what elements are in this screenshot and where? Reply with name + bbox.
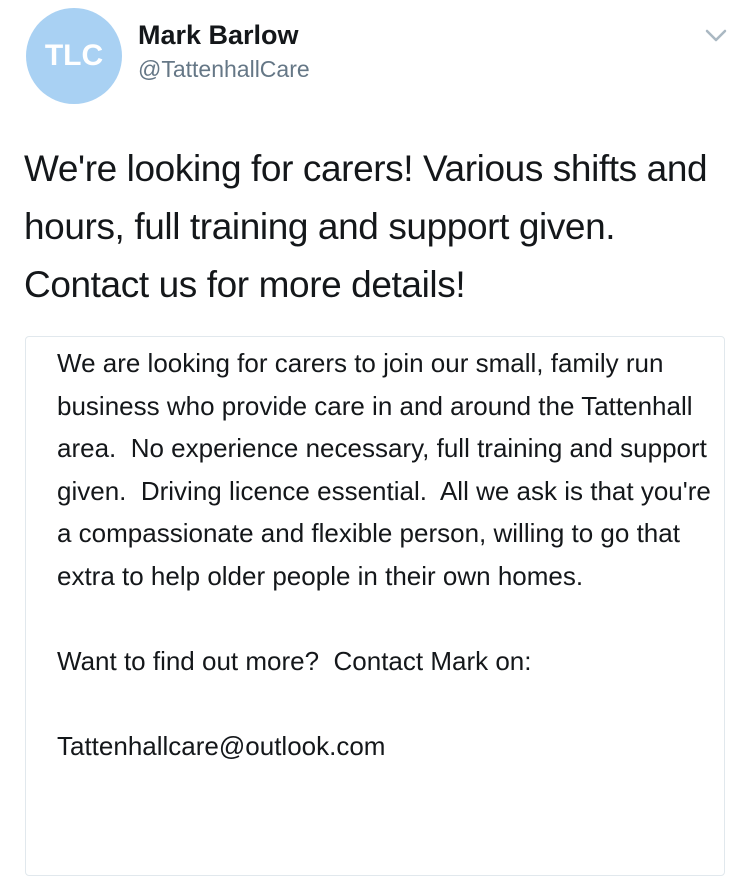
- card-paragraph-2: Want to find out more? Contact Mark on:: [57, 645, 532, 676]
- card-paragraph-1: We are looking for carers to join our sm…: [57, 348, 719, 591]
- card-email: Tattenhallcare@outlook.com: [57, 730, 386, 761]
- display-name[interactable]: Mark Barlow: [138, 20, 299, 51]
- tweet-text: We're looking for carers! Various shifts…: [24, 148, 708, 305]
- avatar[interactable]: TLC: [26, 8, 122, 104]
- image-card[interactable]: We are looking for carers to join our sm…: [25, 336, 725, 876]
- tweet: TLC Mark Barlow @TattenhallCare We're lo…: [0, 0, 750, 876]
- card-body: We are looking for carers to join our sm…: [57, 342, 717, 767]
- chevron-down-icon[interactable]: [704, 28, 728, 44]
- avatar-initials: TLC: [44, 39, 104, 72]
- user-handle[interactable]: @TattenhallCare: [138, 56, 310, 83]
